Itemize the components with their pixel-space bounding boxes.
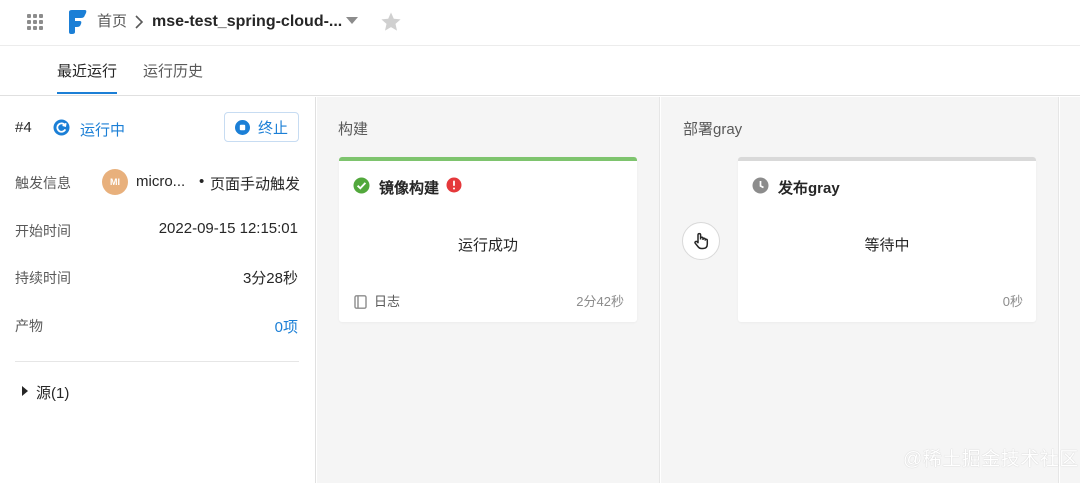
star-icon[interactable] xyxy=(380,11,402,33)
trigger-label: 触发信息 xyxy=(15,175,71,191)
log-book-icon[interactable] xyxy=(354,295,367,309)
stop-button-label: 终止 xyxy=(257,119,288,137)
run-status: 运行中 xyxy=(80,122,126,139)
job-card-publish-gray[interactable]: 发布gray 等待中 0秒 xyxy=(738,157,1036,322)
artifact-label: 产物 xyxy=(15,318,43,334)
trigger-type: 页面手动触发 xyxy=(210,176,301,193)
job-duration: 0秒 xyxy=(1002,294,1023,309)
apps-grid-icon[interactable] xyxy=(27,14,43,30)
success-check-icon xyxy=(353,177,370,194)
breadcrumb-home[interactable]: 首页 xyxy=(97,12,127,32)
avatar: MI xyxy=(102,169,128,195)
active-tab-indicator xyxy=(57,92,117,94)
error-alert-icon[interactable] xyxy=(446,177,462,193)
stop-icon xyxy=(234,119,250,135)
clock-icon xyxy=(752,177,769,194)
stage-title: 部署gray xyxy=(683,121,743,138)
start-time-value: 2022-09-15 12:15:01 xyxy=(158,220,298,237)
tab-recent-runs[interactable]: 最近运行 xyxy=(57,62,117,82)
job-status-bar xyxy=(738,157,1036,161)
pipeline-name[interactable]: mse-test_spring-cloud-... xyxy=(152,11,342,33)
start-time-label: 开始时间 xyxy=(15,223,71,239)
job-status-bar xyxy=(339,157,637,161)
watermark: @稀土掘金技术社区 xyxy=(903,449,1079,470)
job-status-text: 等待中 xyxy=(864,237,910,254)
chevron-right-icon xyxy=(135,15,144,29)
run-number: #4 xyxy=(15,119,32,136)
hand-pointer-icon xyxy=(694,232,709,250)
source-toggle[interactable]: 源(1) xyxy=(36,382,69,403)
artifact-count-link[interactable]: 0项 xyxy=(275,316,298,337)
trigger-user: micro... xyxy=(136,173,186,190)
job-name[interactable]: 镜像构建 xyxy=(379,177,439,198)
job-duration: 2分42秒 xyxy=(576,294,624,309)
duration-value: 3分28秒 xyxy=(242,270,298,287)
logo-icon[interactable] xyxy=(66,9,88,35)
job-card-image-build[interactable]: 镜像构建 运行成功 日志 2分42秒 xyxy=(339,157,637,322)
trigger-separator: • xyxy=(199,173,205,190)
caret-right-icon[interactable] xyxy=(22,386,28,396)
tabs-bar: 最近运行 运行历史 xyxy=(0,47,1080,96)
stage-column-next xyxy=(1060,97,1080,483)
top-bar: 首页 mse-test_spring-cloud-... xyxy=(0,0,1080,46)
stage-column-deploy-gray: 部署gray 发布gray 等待中 0秒 xyxy=(661,97,1059,483)
divider xyxy=(15,361,299,362)
stage-column-build: 构建 镜像构建 运行成功 日志 2分42秒 xyxy=(317,97,660,483)
stage-title: 构建 xyxy=(338,121,369,138)
run-info-panel: #4 运行中 终止 触发信息 MI micro... • 页面手动触发 开始时间… xyxy=(0,97,316,483)
tab-run-history[interactable]: 运行历史 xyxy=(143,62,203,82)
job-name[interactable]: 发布gray xyxy=(778,177,840,198)
stop-button[interactable]: 终止 xyxy=(224,112,299,142)
manual-trigger-button[interactable] xyxy=(682,222,720,260)
log-link[interactable]: 日志 xyxy=(374,291,400,310)
duration-label: 持续时间 xyxy=(15,270,71,286)
running-spinner-icon xyxy=(53,119,70,136)
caret-down-icon[interactable] xyxy=(346,17,358,24)
job-status-text: 运行成功 xyxy=(457,237,518,254)
